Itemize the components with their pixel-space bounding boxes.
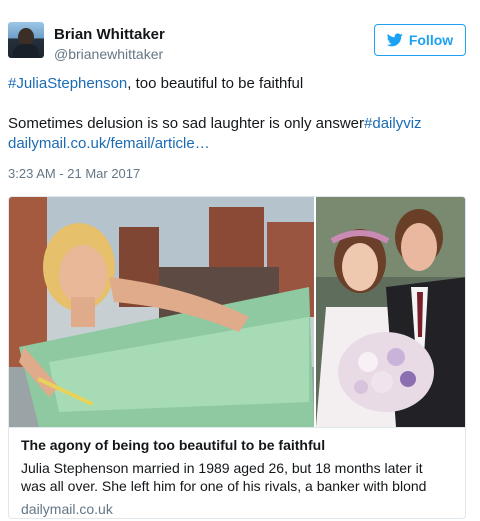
- card-title: The agony of being too beautiful to be f…: [21, 437, 326, 453]
- card-description-line-1: Julia Stephenson married in 1989 aged 26…: [21, 460, 423, 476]
- twitter-bird-icon: [386, 33, 403, 47]
- tweet-text-1: , too beautiful to be faithful: [127, 75, 304, 92]
- card-description: Julia Stephenson married in 1989 aged 26…: [21, 459, 455, 495]
- avatar-body-shape: [13, 44, 39, 58]
- card-photo-woman-lying: [9, 197, 314, 427]
- photo-wedding-illustration: [316, 197, 465, 427]
- tweet-line-2: Sometimes delusion is so sad laughter is…: [8, 114, 472, 134]
- link-preview-card[interactable]: The agony of being too beautiful to be f…: [8, 196, 466, 519]
- tweet-line-1: #JuliaStephenson, too beautiful to be fa…: [8, 74, 472, 94]
- photo-woman-illustration: [9, 197, 314, 427]
- card-domain: dailymail.co.uk: [21, 501, 113, 517]
- tweet-header: Brian Whittaker @brianewhittaker Follow: [8, 8, 472, 62]
- hashtag-link[interactable]: #dailyviz: [364, 115, 422, 132]
- user-display-name[interactable]: Brian Whittaker: [54, 26, 165, 44]
- article-link[interactable]: dailymail.co.uk/femail/article…: [8, 135, 210, 152]
- user-handle[interactable]: @brianewhittaker: [54, 46, 163, 62]
- user-avatar[interactable]: [8, 22, 44, 58]
- card-photo-wedding: [316, 197, 465, 427]
- tweet-timestamp[interactable]: 3:23 AM - 21 Mar 2017: [8, 166, 140, 181]
- card-image-area[interactable]: [9, 197, 465, 427]
- follow-button-label: Follow: [408, 32, 454, 48]
- tweet-line-3: dailymail.co.uk/femail/article…: [8, 134, 472, 154]
- card-description-line-2: was all over. She left him for one of hi…: [21, 478, 427, 494]
- follow-button[interactable]: Follow: [374, 24, 466, 56]
- hashtag-link[interactable]: #JuliaStephenson: [8, 75, 127, 92]
- card-text-area[interactable]: The agony of being too beautiful to be f…: [9, 427, 465, 518]
- tweet-text-2: Sometimes delusion is so sad laughter is…: [8, 115, 365, 132]
- tweet-body: #JuliaStephenson, too beautiful to be fa…: [8, 74, 472, 154]
